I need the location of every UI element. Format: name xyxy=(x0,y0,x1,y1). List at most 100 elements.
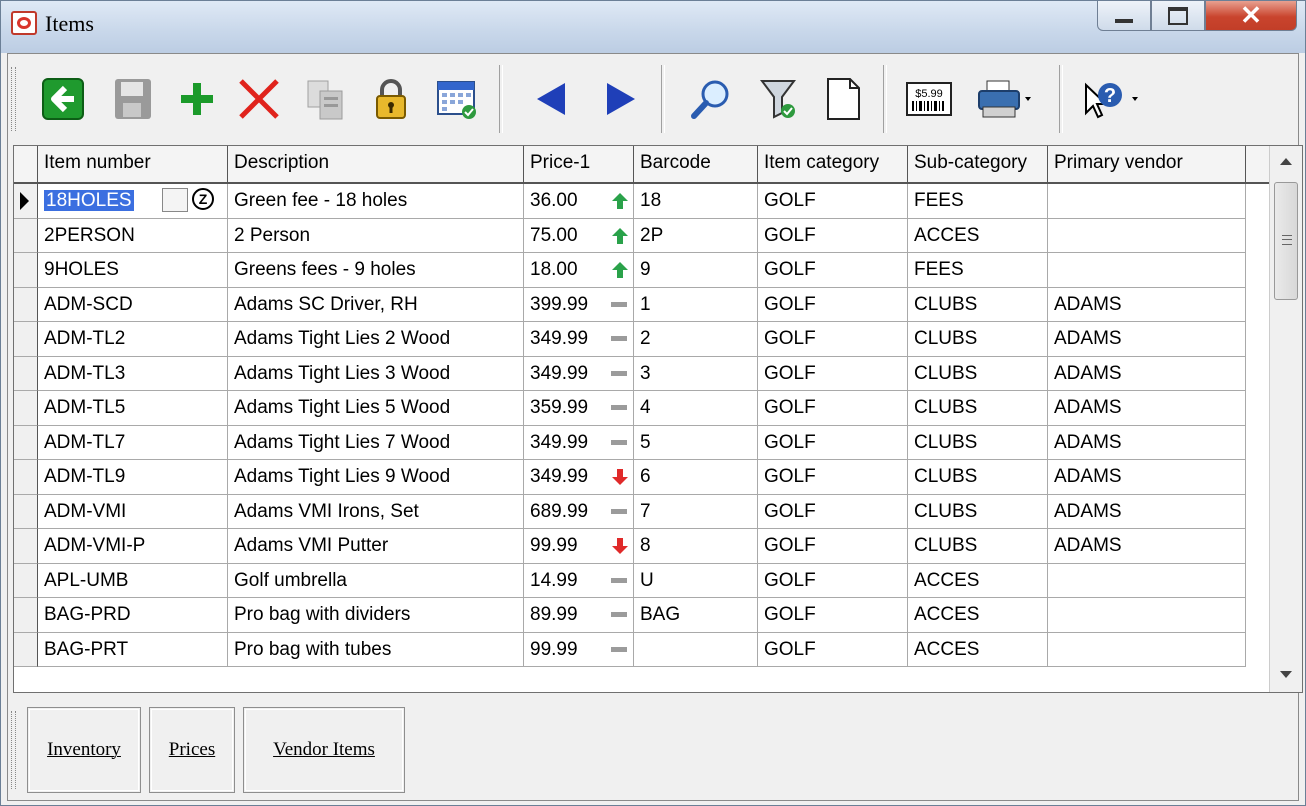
tab-prices[interactable]: Prices xyxy=(149,707,235,793)
cell-sub[interactable]: ACCES xyxy=(908,598,1048,633)
cell-item[interactable]: 9HOLES xyxy=(38,253,228,288)
cell-vendor[interactable]: ADAMS xyxy=(1048,322,1246,357)
back-button[interactable] xyxy=(37,73,89,125)
table-row[interactable]: ADM-TL2 Adams Tight Lies 2 Wood 349.99 2 GOL… xyxy=(14,322,1246,357)
table-row[interactable]: ADM-TL5 Adams Tight Lies 5 Wood 359.99 4 GOL… xyxy=(14,391,1246,426)
cell-price[interactable]: 689.99 xyxy=(524,494,634,529)
cell-item[interactable]: 2PERSON xyxy=(38,218,228,253)
table-row[interactable]: ADM-VMI-P Adams VMI Putter 99.99 8 GOLF CLUBS… xyxy=(14,529,1246,564)
search-button[interactable] xyxy=(685,73,737,125)
cell-sub[interactable]: CLUBS xyxy=(908,425,1048,460)
row-indicator[interactable] xyxy=(14,460,38,495)
cell-price[interactable]: 359.99 xyxy=(524,391,634,426)
table-row[interactable]: ADM-VMI Adams VMI Irons, Set 689.99 7 GOLF CL… xyxy=(14,494,1246,529)
print-button[interactable] xyxy=(973,73,1033,125)
cell-vendor[interactable]: ADAMS xyxy=(1048,391,1246,426)
cell-barcode[interactable]: 9 xyxy=(634,253,758,288)
items-grid[interactable]: Item number Description Price-1 Barcode Item… xyxy=(13,145,1303,693)
table-row[interactable]: 18HOLES Z Green fee - 18 holes 36.00 18 GOLF F… xyxy=(14,184,1246,219)
cell-price[interactable]: 349.99 xyxy=(524,356,634,391)
row-indicator[interactable] xyxy=(14,322,38,357)
table-row[interactable]: 2PERSON 2 Person 75.00 2P GOLF ACCES xyxy=(14,218,1246,253)
tab-inventory[interactable]: Inventory xyxy=(27,707,141,793)
cell-barcode[interactable]: 8 xyxy=(634,529,758,564)
cell-item[interactable]: ADM-TL3 xyxy=(38,356,228,391)
cell-desc[interactable]: Pro bag with tubes xyxy=(228,632,524,667)
cell-cat[interactable]: GOLF xyxy=(758,218,908,253)
cell-item[interactable]: BAG-PRD xyxy=(38,598,228,633)
table-row[interactable]: ADM-SCD Adams SC Driver, RH 399.99 1 GOLF CLU… xyxy=(14,287,1246,322)
delete-button[interactable] xyxy=(233,73,285,125)
column-header[interactable]: Item number xyxy=(38,146,228,184)
table-row[interactable]: BAG-PRT Pro bag with tubes 99.99 GOLF ACCES xyxy=(14,632,1246,667)
cell-sub[interactable]: ACCES xyxy=(908,218,1048,253)
maximize-button[interactable] xyxy=(1151,1,1205,31)
cell-desc[interactable]: Golf umbrella xyxy=(228,563,524,598)
cell-barcode[interactable]: U xyxy=(634,563,758,598)
cell-item[interactable]: 18HOLES Z xyxy=(38,184,228,219)
cell-vendor[interactable]: ADAMS xyxy=(1048,460,1246,495)
cell-price[interactable]: 75.00 xyxy=(524,218,634,253)
cell-cat[interactable]: GOLF xyxy=(758,425,908,460)
cell-price[interactable]: 399.99 xyxy=(524,287,634,322)
tabbar-grip[interactable] xyxy=(11,711,16,789)
cell-barcode[interactable]: 4 xyxy=(634,391,758,426)
column-header[interactable]: Sub-category xyxy=(908,146,1048,184)
column-header[interactable]: Item category xyxy=(758,146,908,184)
row-indicator[interactable] xyxy=(14,529,38,564)
row-indicator[interactable] xyxy=(14,184,38,219)
cell-item[interactable]: APL-UMB xyxy=(38,563,228,598)
cell-vendor[interactable] xyxy=(1048,563,1246,598)
cell-barcode[interactable]: 7 xyxy=(634,494,758,529)
column-header[interactable]: Primary vendor xyxy=(1048,146,1246,184)
row-indicator[interactable] xyxy=(14,391,38,426)
row-indicator[interactable] xyxy=(14,218,38,253)
row-indicator[interactable] xyxy=(14,598,38,633)
cell-price[interactable]: 18.00 xyxy=(524,253,634,288)
lookup-button[interactable] xyxy=(162,188,188,212)
add-button[interactable] xyxy=(171,73,223,125)
save-button[interactable] xyxy=(107,73,159,125)
minimize-button[interactable] xyxy=(1097,1,1151,31)
cell-vendor[interactable]: ADAMS xyxy=(1048,529,1246,564)
row-indicator[interactable] xyxy=(14,356,38,391)
cell-vendor[interactable]: ADAMS xyxy=(1048,425,1246,460)
scroll-thumb[interactable] xyxy=(1274,182,1298,300)
cell-cat[interactable]: GOLF xyxy=(758,598,908,633)
cell-item[interactable]: ADM-TL5 xyxy=(38,391,228,426)
cell-vendor[interactable] xyxy=(1048,598,1246,633)
cell-price[interactable]: 349.99 xyxy=(524,322,634,357)
cell-sub[interactable]: CLUBS xyxy=(908,460,1048,495)
cell-cat[interactable]: GOLF xyxy=(758,253,908,288)
cell-sub[interactable]: FEES xyxy=(908,253,1048,288)
cell-barcode[interactable]: 3 xyxy=(634,356,758,391)
cell-desc[interactable]: Adams Tight Lies 2 Wood xyxy=(228,322,524,357)
cell-price[interactable]: 349.99 xyxy=(524,425,634,460)
cell-sub[interactable]: CLUBS xyxy=(908,287,1048,322)
cell-barcode[interactable]: 6 xyxy=(634,460,758,495)
calendar-button[interactable] xyxy=(431,73,483,125)
cell-vendor[interactable] xyxy=(1048,184,1246,219)
zoom-button[interactable]: Z xyxy=(192,188,214,210)
tab-vendor-items[interactable]: Vendor Items xyxy=(243,707,405,793)
row-indicator[interactable] xyxy=(14,632,38,667)
cell-desc[interactable]: Adams VMI Putter xyxy=(228,529,524,564)
cell-price[interactable]: 14.99 xyxy=(524,563,634,598)
previous-record-button[interactable] xyxy=(525,73,577,125)
cell-price[interactable]: 349.99 xyxy=(524,460,634,495)
cell-sub[interactable]: CLUBS xyxy=(908,391,1048,426)
column-header[interactable]: Barcode xyxy=(634,146,758,184)
cell-cat[interactable]: GOLF xyxy=(758,391,908,426)
cell-desc[interactable]: Adams SC Driver, RH xyxy=(228,287,524,322)
cell-sub[interactable]: CLUBS xyxy=(908,529,1048,564)
cell-price[interactable]: 89.99 xyxy=(524,598,634,633)
cell-vendor[interactable] xyxy=(1048,218,1246,253)
cell-barcode[interactable] xyxy=(634,632,758,667)
cell-item[interactable]: ADM-TL7 xyxy=(38,425,228,460)
cell-cat[interactable]: GOLF xyxy=(758,322,908,357)
cell-price[interactable]: 36.00 xyxy=(524,184,634,219)
row-indicator[interactable] xyxy=(14,563,38,598)
title-bar[interactable]: Items ✕ xyxy=(1,0,1305,53)
row-indicator[interactable] xyxy=(14,287,38,322)
close-button[interactable]: ✕ xyxy=(1205,0,1297,31)
